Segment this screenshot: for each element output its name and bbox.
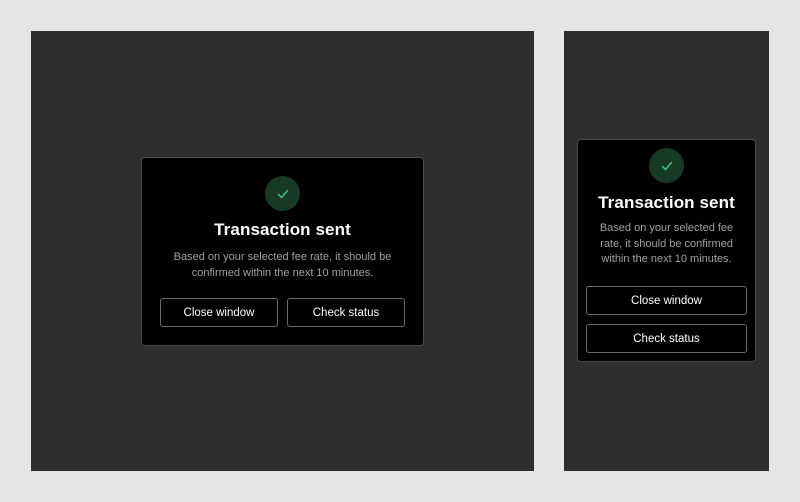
dialog-message: Based on your selected fee rate, it shou…: [588, 221, 745, 268]
dialog-message-line: within the next 10 minutes.: [601, 253, 732, 265]
dialog-message-line: Based on your selected fee: [599, 222, 734, 234]
close-window-button[interactable]: Close window: [586, 286, 747, 315]
check-status-button[interactable]: Check status: [586, 324, 747, 353]
success-badge: [265, 176, 300, 211]
dialog-message-line: rate, it should be confirmed: [600, 237, 733, 250]
checkmark-icon: [661, 161, 672, 170]
dialog-message-line: Based on your selected fee rate, it shou…: [173, 251, 392, 263]
success-badge: [649, 148, 684, 183]
close-window-button[interactable]: Close window: [160, 298, 278, 327]
dialog-message: Based on your selected fee rate, it shou…: [158, 249, 407, 281]
dialog-title: Transaction sent: [598, 193, 735, 212]
mobile-frame: Transaction sent Based on your selected …: [564, 31, 769, 471]
transaction-sent-dialog: Transaction sent Based on your selected …: [141, 157, 424, 346]
checkmark-icon: [277, 189, 288, 198]
desktop-frame: Transaction sent Based on your selected …: [31, 31, 534, 471]
check-status-button[interactable]: Check status: [287, 298, 405, 327]
transaction-sent-dialog: Transaction sent Based on your selected …: [577, 139, 756, 362]
dialog-title: Transaction sent: [214, 220, 351, 239]
dialog-message-line: confirmed within the next 10 minutes.: [191, 267, 374, 279]
